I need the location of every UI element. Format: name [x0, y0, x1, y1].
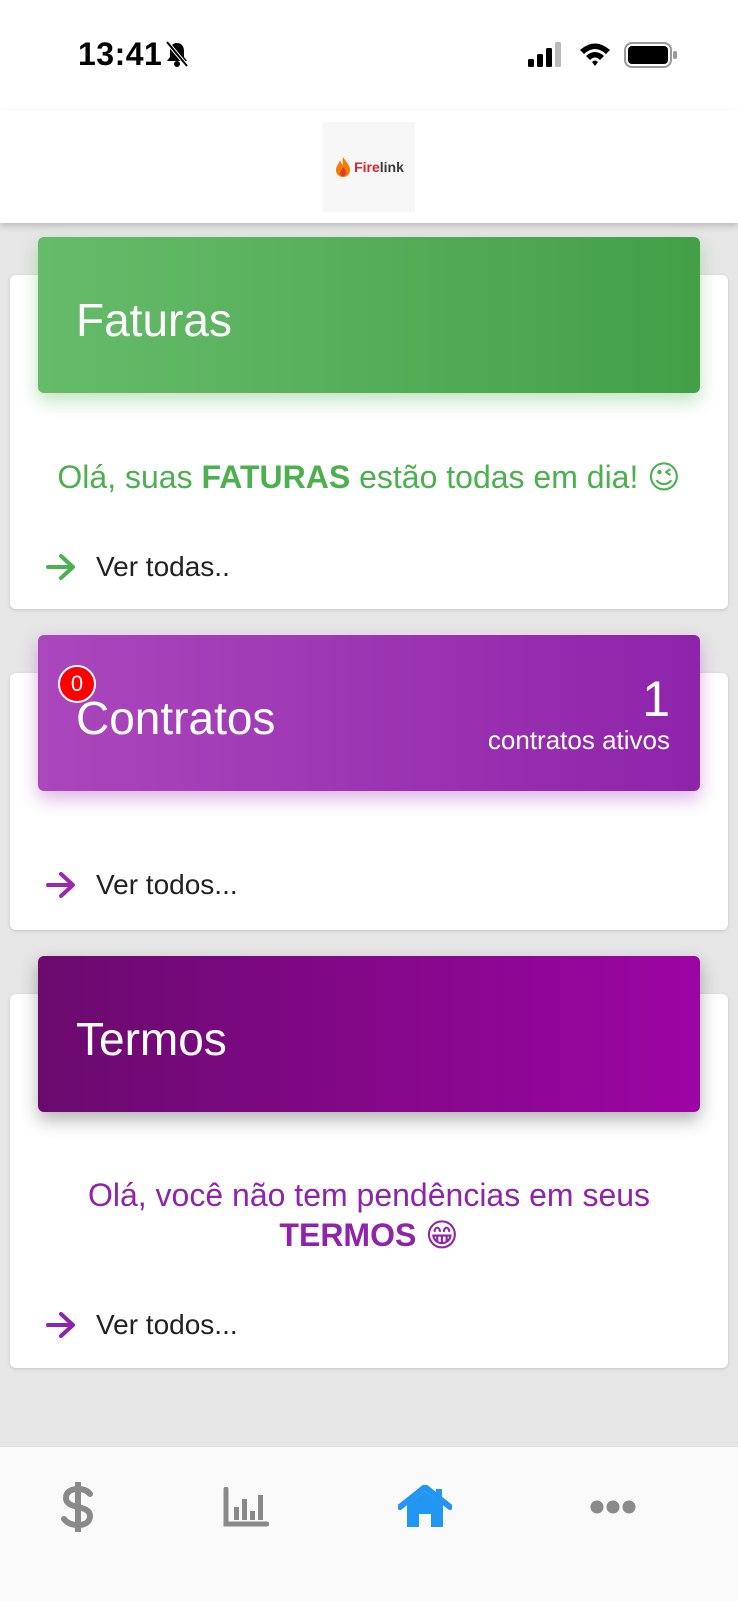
contratos-count-box: 1 contratos ativos	[488, 673, 670, 756]
tab-finance[interactable]	[48, 1477, 108, 1537]
termos-see-all-label: Ver todos...	[96, 1309, 238, 1340]
faturas-title: Faturas	[76, 294, 232, 346]
faturas-message-bold: FATURAS	[201, 459, 351, 495]
contratos-count: 1	[642, 671, 670, 727]
battery-icon	[624, 42, 677, 68]
dollar-icon	[61, 1482, 94, 1532]
flame-icon	[336, 157, 351, 177]
termos-title: Termos	[76, 1013, 227, 1065]
logo-text-link: link	[379, 159, 404, 175]
contratos-banner[interactable]: 0 Contratos 1 contratos ativos	[38, 635, 700, 791]
contratos-see-all-link[interactable]: Ver todos...	[46, 869, 238, 901]
logo-text-fire: Fire	[354, 159, 380, 175]
bottom-tab-bar	[0, 1446, 738, 1601]
faturas-banner[interactable]: Faturas	[38, 237, 700, 393]
contratos-see-all-label: Ver todos...	[96, 869, 238, 900]
termos-message-bold: TERMOS	[279, 1217, 417, 1253]
faturas-see-all-label: Ver todas..	[96, 551, 230, 582]
firelink-logo: Firelink	[323, 122, 415, 212]
contratos-count-label: contratos ativos	[487, 725, 670, 755]
termos-banner[interactable]: Termos	[38, 956, 700, 1112]
status-bar: 13:41	[0, 0, 738, 110]
tab-more[interactable]	[583, 1477, 643, 1537]
status-time: 13:41	[78, 36, 163, 72]
termos-see-all-link[interactable]: Ver todos...	[46, 1309, 238, 1341]
wifi-icon	[580, 43, 610, 66]
faturas-see-all-link[interactable]: Ver todas..	[46, 551, 230, 583]
bell-slash-icon	[165, 40, 189, 68]
termos-message: Olá, você não tem pendências em seus TER…	[87, 1177, 651, 1253]
arrow-right-icon	[46, 1312, 75, 1338]
signal-icon	[528, 42, 561, 67]
home-icon	[398, 1485, 452, 1527]
app-header: Firelink	[0, 110, 738, 223]
more-icon	[590, 1500, 636, 1514]
contratos-title: Contratos	[76, 692, 276, 744]
arrow-right-icon	[46, 872, 75, 898]
tab-home[interactable]	[395, 1477, 455, 1537]
tab-charts[interactable]	[216, 1477, 276, 1537]
chart-icon	[223, 1487, 269, 1527]
arrow-right-icon	[46, 554, 75, 580]
faturas-message: Olá, suas FATURAS estão todas em dia! 😉	[57, 459, 681, 495]
